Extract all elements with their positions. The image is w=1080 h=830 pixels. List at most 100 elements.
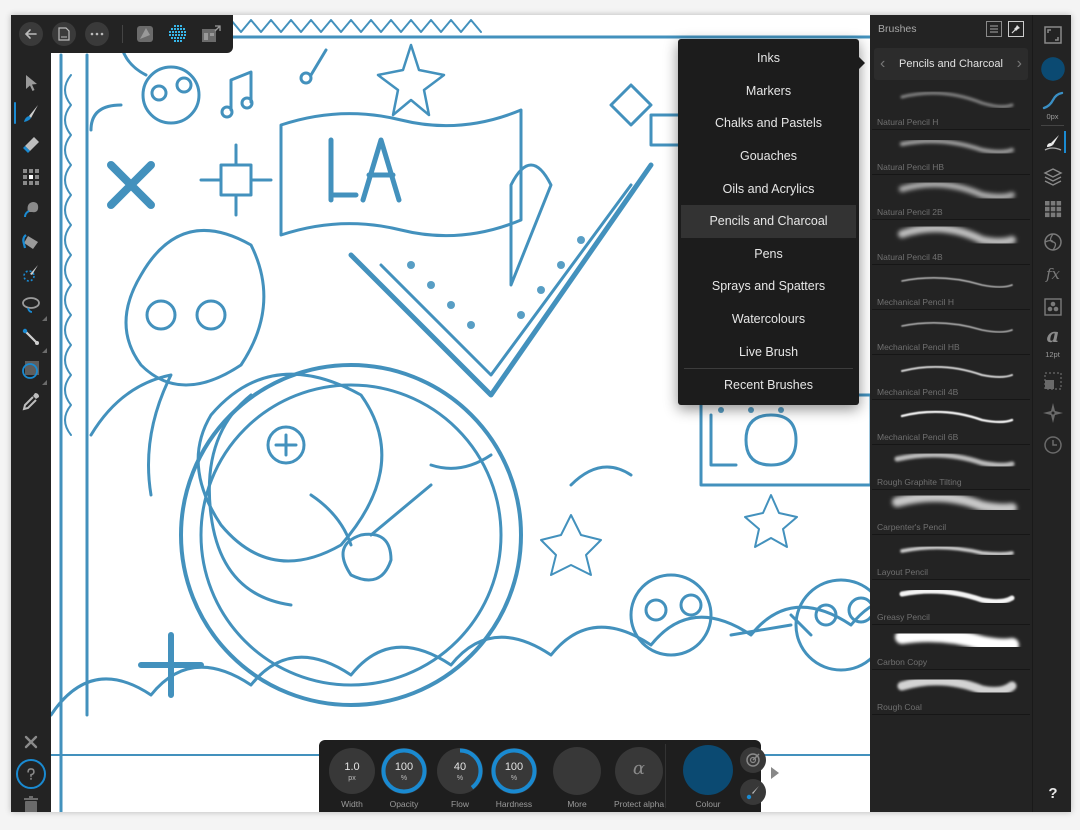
brush-stroke-preview (901, 322, 1013, 333)
layers-icon (1043, 168, 1063, 186)
brush-colour-button[interactable] (740, 779, 766, 805)
pin-panel-button[interactable] (1008, 21, 1024, 37)
brush-name: Natural Pencil HB (877, 162, 945, 172)
current-category: Pencils and Charcoal (899, 58, 1003, 70)
brush-stroke-preview (900, 545, 1014, 556)
menu-item-gouaches[interactable]: Gouaches (678, 140, 859, 173)
more-button[interactable] (85, 22, 109, 46)
menu-item-watercolours[interactable]: Watercolours (678, 303, 859, 336)
colour-picker-button[interactable] (740, 747, 766, 773)
brush-item[interactable]: Layout Pencil (872, 535, 1030, 580)
export-persona-button[interactable] (199, 22, 223, 46)
more-button[interactable] (553, 747, 601, 795)
brush-category-selector[interactable]: ‹ Pencils and Charcoal › (874, 48, 1028, 80)
width-unit: px (348, 775, 356, 782)
delete-button[interactable] (17, 791, 45, 812)
help-button[interactable]: ? (1039, 779, 1067, 807)
adjustments-icon (1044, 233, 1062, 251)
marquee-tool[interactable] (17, 355, 47, 385)
adjustments-button[interactable] (1039, 228, 1067, 256)
text-styles-button[interactable]: a (1039, 323, 1067, 347)
paint-bucket-icon (22, 234, 38, 249)
brush-dot-icon (746, 786, 759, 800)
brush-item[interactable]: Mechanical Pencil 4B (872, 355, 1030, 400)
opacity-dial[interactable]: 100 % (381, 748, 427, 794)
colour-swatch-icon (1041, 57, 1065, 81)
stroke-icon (1042, 91, 1064, 110)
width-dial[interactable]: 1.0 px (329, 748, 375, 794)
eyedropper-icon (22, 393, 39, 411)
colour-well[interactable] (683, 745, 733, 795)
navigator-button[interactable] (1039, 21, 1067, 49)
selection-brush-tool[interactable] (17, 259, 45, 287)
document-button[interactable] (52, 22, 76, 46)
brush-item[interactable]: Natural Pencil H (872, 85, 1030, 130)
snapping-button[interactable] (1039, 399, 1067, 427)
brush-item[interactable]: Rough Coal (872, 670, 1030, 715)
brush-item[interactable]: Natural Pencil 2B (872, 175, 1030, 220)
swatches-button[interactable] (1039, 195, 1067, 223)
context-toolbar: 1.0 px Width 100 % Opacity 40 % Flow 100… (319, 740, 766, 812)
gradient-tool[interactable] (17, 323, 47, 353)
brush-icon (24, 105, 38, 122)
designer-persona-button[interactable] (133, 22, 157, 46)
brush-item[interactable]: Mechanical Pencil HB (872, 310, 1030, 355)
panel-menu-button[interactable] (986, 21, 1002, 37)
brush-category-menu: Inks Markers Chalks and Pastels Gouaches… (678, 39, 865, 405)
flood-select-tool[interactable] (17, 163, 45, 191)
menu-item-inks[interactable]: Inks (678, 42, 859, 75)
history-button[interactable] (1039, 431, 1067, 459)
brush-stroke-preview (901, 277, 1013, 288)
back-button[interactable] (19, 22, 43, 46)
menu-item-sprays-spatters[interactable]: Sprays and Spatters (678, 270, 859, 303)
divider (1041, 125, 1064, 126)
brush-item[interactable]: Greasy Pencil (872, 580, 1030, 625)
brush-item[interactable]: Natural Pencil 4B (872, 220, 1030, 265)
layers-button[interactable] (1039, 163, 1067, 191)
smudge-tool[interactable] (17, 195, 45, 223)
menu-item-oils-acrylics[interactable]: Oils and Acrylics (678, 172, 859, 205)
flow-dial[interactable]: 40 % (437, 748, 483, 794)
colour-button[interactable] (1039, 55, 1067, 83)
brush-item[interactable]: Natural Pencil HB (872, 130, 1030, 175)
pixel-persona-button[interactable] (166, 22, 190, 46)
brush-item[interactable]: Mechanical Pencil 6B (872, 400, 1030, 445)
help-button[interactable] (16, 759, 46, 789)
effects-button[interactable]: fx (1039, 260, 1067, 288)
menu-item-markers[interactable]: Markers (678, 75, 859, 108)
menu-item-recent-brushes[interactable]: Recent Brushes (678, 369, 859, 402)
width-value: 1.0 (344, 761, 360, 773)
freehand-selection-tool[interactable] (17, 291, 47, 321)
pixel-brush-tool[interactable] (17, 99, 45, 127)
brush-name: Natural Pencil 4B (877, 252, 943, 262)
erase-brush-tool[interactable] (17, 131, 45, 159)
hardness-dial[interactable]: 100 % (491, 748, 537, 794)
close-button[interactable] (17, 728, 45, 756)
protect-alpha-label: Protect alpha (613, 799, 665, 809)
menu-item-live-brush[interactable]: Live Brush (678, 335, 859, 368)
fill-tool[interactable] (17, 227, 45, 255)
protect-alpha-button[interactable]: α (615, 747, 663, 795)
brush-item[interactable]: Mechanical Pencil H (872, 265, 1030, 310)
brush-item[interactable]: Carbon Copy (872, 625, 1030, 670)
transform-button[interactable] (1039, 367, 1067, 395)
chevron-left-icon[interactable]: ‹ (880, 55, 885, 73)
flow-value: 40 (453, 761, 467, 773)
brush-name: Rough Coal (877, 702, 922, 712)
menu-item-pens[interactable]: Pens (678, 238, 859, 271)
brush-stroke-preview (898, 224, 1016, 246)
color-picker-tool[interactable] (17, 387, 45, 415)
menu-item-pencils-charcoal[interactable]: Pencils and Charcoal (681, 204, 856, 238)
document-icon (58, 27, 70, 41)
move-tool[interactable] (17, 69, 45, 97)
channels-button[interactable] (1039, 293, 1067, 321)
brush-item[interactable]: Rough Graphite Tilting (872, 445, 1030, 490)
chevron-right-icon[interactable]: › (1017, 55, 1022, 73)
menu-item-chalks-pastels[interactable]: Chalks and Pastels (678, 107, 859, 140)
brush-name: Greasy Pencil (877, 612, 930, 622)
stroke-button[interactable] (1039, 87, 1067, 115)
flyout-indicator (42, 348, 47, 353)
brush-name: Carpenter's Pencil (877, 522, 947, 532)
brush-item[interactable]: Carpenter's Pencil (872, 490, 1030, 535)
brushes-panel-button[interactable] (1039, 129, 1067, 157)
